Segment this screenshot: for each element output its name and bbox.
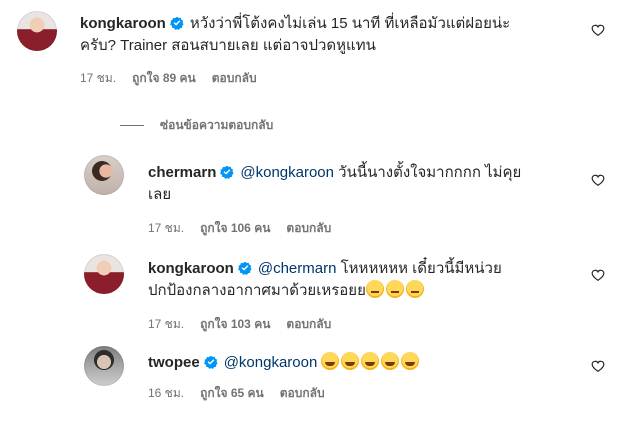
reply-button[interactable]: ตอบกลับ [286, 317, 331, 331]
rolling-laughing-emoji-icon [321, 352, 340, 370]
comment-meta: 17 ชม. ถูกใจ 106 คน ตอบกลับ [148, 220, 347, 236]
neutral-face-emoji-icon [385, 280, 404, 298]
avatar[interactable] [84, 254, 124, 294]
likes-count[interactable]: ถูกใจ 89 คน [132, 71, 196, 85]
username[interactable]: kongkaroon [148, 260, 234, 277]
comment-text: kongkaroon @chermarn โหหหหหห เดี๋ยวนี้มีห… [148, 258, 588, 302]
heart-icon[interactable] [591, 268, 605, 282]
timestamp[interactable]: 17 ชม. [148, 221, 184, 235]
likes-count[interactable]: ถูกใจ 103 คน [200, 317, 270, 331]
likes-count[interactable]: ถูกใจ 65 คน [200, 386, 264, 400]
comment-text: twopee @kongkaroon [148, 352, 588, 374]
mention-link[interactable]: @chermarn [258, 260, 337, 277]
comment-body-line2: เลย [148, 186, 172, 203]
timestamp[interactable]: 17 ชม. [80, 71, 116, 85]
avatar[interactable] [84, 155, 124, 195]
comment-body-line2: ครับ? Trainer สอนสบายเลย แต่อาจปวดหูแทน [80, 37, 376, 54]
reply-button[interactable]: ตอบกลับ [286, 221, 331, 235]
hide-replies-label: ซ่อนข้อความตอบกลับ [160, 118, 274, 132]
avatar[interactable] [17, 11, 57, 51]
comment-meta: 17 ชม. ถูกใจ 89 คน ตอบกลับ [80, 70, 273, 86]
divider-line [120, 125, 144, 127]
rolling-laughing-emoji-icon [381, 352, 400, 370]
reply-button[interactable]: ตอบกลับ [212, 71, 257, 85]
comment-text: chermarn @kongkaroon วันนี้นางตั้งใจมากกก… [148, 162, 588, 206]
mention-link[interactable]: @kongkaroon [224, 354, 318, 371]
rolling-laughing-emoji-icon [401, 352, 420, 370]
username[interactable]: kongkaroon [80, 15, 166, 32]
avatar[interactable] [84, 346, 124, 386]
timestamp[interactable]: 16 ชม. [148, 386, 184, 400]
neutral-face-emoji-icon [405, 280, 424, 298]
mention-link[interactable]: @kongkaroon [240, 164, 334, 181]
verified-badge-icon [169, 16, 184, 30]
timestamp[interactable]: 17 ชม. [148, 317, 184, 331]
comment-body-line1: โหหหหหห เดี๋ยวนี้มีหน่วย [340, 260, 502, 277]
rolling-laughing-emoji-icon [341, 352, 360, 370]
verified-badge-icon [220, 165, 234, 179]
hide-replies-button[interactable]: ซ่อนข้อความตอบกลับ [120, 117, 273, 133]
verified-badge-icon [203, 355, 218, 369]
comment-body-line1: วันนี้นางตั้งใจมากกกก ไม่คุย [338, 164, 522, 181]
likes-count[interactable]: ถูกใจ 106 คน [200, 221, 270, 235]
reply-button[interactable]: ตอบกลับ [280, 386, 325, 400]
comment-body-line2: ปกป้องกลางอากาศมาด้วยเหรอยย [148, 282, 366, 299]
username[interactable]: twopee [148, 354, 200, 371]
comment-meta: 17 ชม. ถูกใจ 103 คน ตอบกลับ [148, 316, 347, 332]
comment-meta: 16 ชม. ถูกใจ 65 คน ตอบกลับ [148, 385, 341, 401]
rolling-laughing-emoji-icon [361, 352, 380, 370]
comment-body-line1: หวังว่าพี่โต้งคงไม่เล่น 15 นาที ที่เหลือ… [189, 15, 511, 32]
heart-icon[interactable] [591, 359, 605, 373]
verified-badge-icon [237, 261, 252, 275]
username[interactable]: chermarn [148, 164, 216, 181]
heart-icon[interactable] [591, 173, 605, 187]
heart-icon[interactable] [591, 23, 605, 37]
comment-text: kongkaroon หวังว่าพี่โต้งคงไม่เล่น 15 นาท… [80, 13, 580, 57]
neutral-face-emoji-icon [365, 280, 384, 298]
